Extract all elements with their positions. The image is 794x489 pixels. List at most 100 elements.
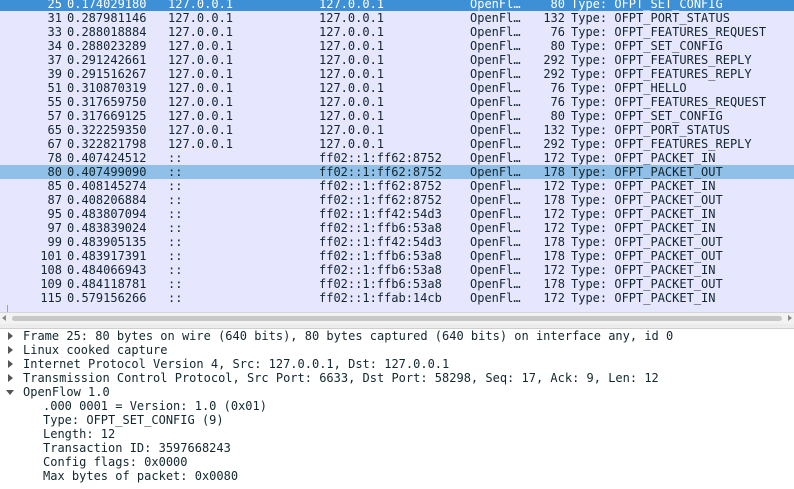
detail-tree-node[interactable]: Frame 25: 80 bytes on wire (640 bits), 8… [0, 329, 794, 343]
packet-info: Type: OFPT_PACKET_OUT [571, 165, 723, 179]
packet-protocol: OpenFl… [470, 151, 521, 165]
packet-list[interactable]: 25 0.174029180 127.0.0.1 127.0.0.1 OpenFl… 80… [0, 0, 794, 312]
detail-field[interactable]: .000 0001 = Version: 1.0 (0x01) [0, 399, 794, 413]
detail-field[interactable]: Type: OFPT_SET_CONFIG (9) [0, 413, 794, 427]
packet-number: 37 [47, 53, 62, 67]
packet-row[interactable]: 37 0.291242661 127.0.0.1 127.0.0.1 OpenFl… 29… [0, 53, 794, 67]
packet-time: 0.322259350 [67, 123, 147, 137]
detail-tree-node[interactable]: Internet Protocol Version 4, Src: 127.0.… [0, 357, 794, 371]
packet-length: 76 [550, 95, 565, 109]
detail-label: Type: OFPT_SET_CONFIG (9) [43, 413, 224, 427]
packet-destination: 127.0.0.1 [319, 137, 385, 151]
triangle-right-icon[interactable] [8, 346, 13, 354]
packet-destination: 127.0.0.1 [319, 39, 385, 53]
packet-number: 101 [40, 249, 62, 263]
detail-label: Transmission Control Protocol, Src Port:… [23, 371, 659, 385]
packet-source: 127.0.0.1 [168, 67, 234, 81]
packet-length: 80 [550, 39, 565, 53]
packet-row[interactable]: 85 0.408145274:: ff02::1:ff62:8752 OpenFl… 1… [0, 179, 794, 193]
packet-info: Type: OFPT_FEATURES_REPLY [571, 67, 752, 81]
packet-time: 0.484118781 [67, 277, 147, 291]
packet-destination: 127.0.0.1 [319, 11, 385, 25]
triangle-right-icon[interactable] [8, 374, 13, 382]
packet-row[interactable]: 39 0.291516267 127.0.0.1 127.0.0.1 OpenFl… 29… [0, 67, 794, 81]
packet-row[interactable]: 95 0.483807094:: ff02::1:ff42:54d3 OpenFl… 1… [0, 207, 794, 221]
packet-row[interactable]: 108 0.484066943:: ff02::1:ffb6:53a8 OpenFl…… [0, 263, 794, 277]
packet-row[interactable]: 97 0.483839024:: ff02::1:ffb6:53a8 OpenFl… 1… [0, 221, 794, 235]
packet-info: Type: OFPT_HELLO [571, 81, 687, 95]
packet-protocol: OpenFl… [470, 137, 521, 151]
packet-row[interactable]: 55 0.317659750 127.0.0.1 127.0.0.1 OpenFl… 76… [0, 95, 794, 109]
detail-field[interactable]: Max bytes of packet: 0x0080 [0, 469, 794, 483]
packet-source: :: [168, 221, 183, 235]
detail-label: Transaction ID: 3597668243 [43, 441, 231, 455]
packet-length: 178 [543, 249, 565, 263]
packet-source: :: [168, 249, 183, 263]
packet-time: 0.408145274 [67, 179, 147, 193]
packet-source: 127.0.0.1 [168, 25, 234, 39]
packet-destination: ff02::1:ff62:8752 [319, 179, 442, 193]
detail-field[interactable]: Config flags: 0x0000 [0, 455, 794, 469]
detail-label: Linux cooked capture [23, 343, 168, 357]
packet-number: 31 [47, 11, 62, 25]
packet-time: 0.322821798 [67, 137, 147, 151]
packet-row[interactable]: 34 0.288023289 127.0.0.1 127.0.0.1 OpenFl… 80… [0, 39, 794, 53]
packet-protocol: OpenFl… [470, 95, 521, 109]
packet-number: 108 [40, 263, 62, 277]
packet-protocol: OpenFl… [470, 53, 521, 67]
packet-row[interactable]: 33 0.288018884 127.0.0.1 127.0.0.1 OpenFl… 76… [0, 25, 794, 39]
triangle-right-icon[interactable] [8, 332, 13, 340]
packet-info: Type: OFPT_PACKET_OUT [571, 249, 723, 263]
packet-time: 0.483917391 [67, 249, 147, 263]
packet-time: 0.408206884 [67, 193, 147, 207]
packet-row[interactable]: 101 0.483917391:: ff02::1:ffb6:53a8 OpenFl…… [0, 249, 794, 263]
packet-number: 57 [47, 109, 62, 123]
packet-source: 127.0.0.1 [168, 81, 234, 95]
triangle-right-icon[interactable] [8, 360, 13, 368]
packet-time: 0.287981146 [67, 11, 147, 25]
packet-row[interactable]: 115 0.579156266:: ff02::1:ffab:14cb OpenFl…… [0, 291, 794, 305]
scrollbar-thumb[interactable] [12, 316, 782, 321]
packet-time: 0.291516267 [67, 67, 147, 81]
packet-destination: ff02::1:ff62:8752 [319, 151, 442, 165]
packet-destination: ff02::1:ffab:14cb [319, 291, 442, 305]
packet-row[interactable]: 87 0.408206884:: ff02::1:ff62:8752 OpenFl… 1… [0, 193, 794, 207]
packet-info: Type: OFPT_PACKET_OUT [571, 193, 723, 207]
packet-info: Type: OFPT_PORT_STATUS [571, 11, 730, 25]
detail-tree-node[interactable]: Transmission Control Protocol, Src Port:… [0, 371, 794, 385]
packet-length: 172 [543, 291, 565, 305]
packet-length: 80 [550, 109, 565, 123]
packet-row[interactable]: 25 0.174029180 127.0.0.1 127.0.0.1 OpenFl… 80… [0, 0, 794, 11]
detail-field[interactable]: Transaction ID: 3597668243 [0, 441, 794, 455]
packet-length: 178 [543, 193, 565, 207]
arrow-left-icon[interactable] [2, 315, 6, 321]
packet-protocol: OpenFl… [470, 39, 521, 53]
packet-number: 97 [47, 221, 62, 235]
packet-row[interactable]: 65 0.322259350 127.0.0.1 127.0.0.1 OpenFl… 13… [0, 123, 794, 137]
packet-details-tree[interactable]: Frame 25: 80 bytes on wire (640 bits), 8… [0, 329, 794, 489]
packet-row[interactable]: 51 0.310870319 127.0.0.1 127.0.0.1 OpenFl… 76… [0, 81, 794, 95]
packet-row[interactable]: 67 0.322821798 127.0.0.1 127.0.0.1 OpenFl… 29… [0, 137, 794, 151]
packet-row[interactable]: 31 0.287981146 127.0.0.1 127.0.0.1 OpenFl… 13… [0, 11, 794, 25]
packet-info: Type: OFPT_PACKET_IN [571, 151, 716, 165]
packet-rows: 25 0.174029180 127.0.0.1 127.0.0.1 OpenFl… 80… [0, 0, 794, 305]
packet-list-horizontal-scrollbar[interactable] [0, 312, 794, 324]
packet-row[interactable]: 109 0.484118781:: ff02::1:ffb6:53a8 OpenFl…… [0, 277, 794, 291]
packet-time: 0.288023289 [67, 39, 147, 53]
packet-info: Type: OFPT_FEATURES_REPLY [571, 53, 752, 67]
detail-field[interactable]: Length: 12 [0, 427, 794, 441]
packet-row[interactable]: 99 0.483905135:: ff02::1:ff42:54d3 OpenFl… 1… [0, 235, 794, 249]
arrow-right-icon[interactable] [788, 315, 792, 321]
packet-destination: ff02::1:ff42:54d3 [319, 207, 442, 221]
detail-tree-node[interactable]: OpenFlow 1.0 [0, 385, 794, 399]
packet-source: :: [168, 193, 183, 207]
packet-row[interactable]: 80 0.407499090:: ff02::1:ff62:8752 OpenFl… 1… [0, 165, 794, 179]
packet-time: 0.579156266 [67, 291, 147, 305]
triangle-down-icon[interactable] [6, 390, 14, 395]
detail-rows: Frame 25: 80 bytes on wire (640 bits), 8… [0, 329, 794, 483]
packet-row[interactable]: 57 0.317669125 127.0.0.1 127.0.0.1 OpenFl… 80… [0, 109, 794, 123]
detail-tree-node[interactable]: Linux cooked capture [0, 343, 794, 357]
packet-protocol: OpenFl… [470, 221, 521, 235]
packet-info: Type: OFPT_PACKET_OUT [571, 277, 723, 291]
packet-row[interactable]: 78 0.407424512:: ff02::1:ff62:8752 OpenFl… 1… [0, 151, 794, 165]
